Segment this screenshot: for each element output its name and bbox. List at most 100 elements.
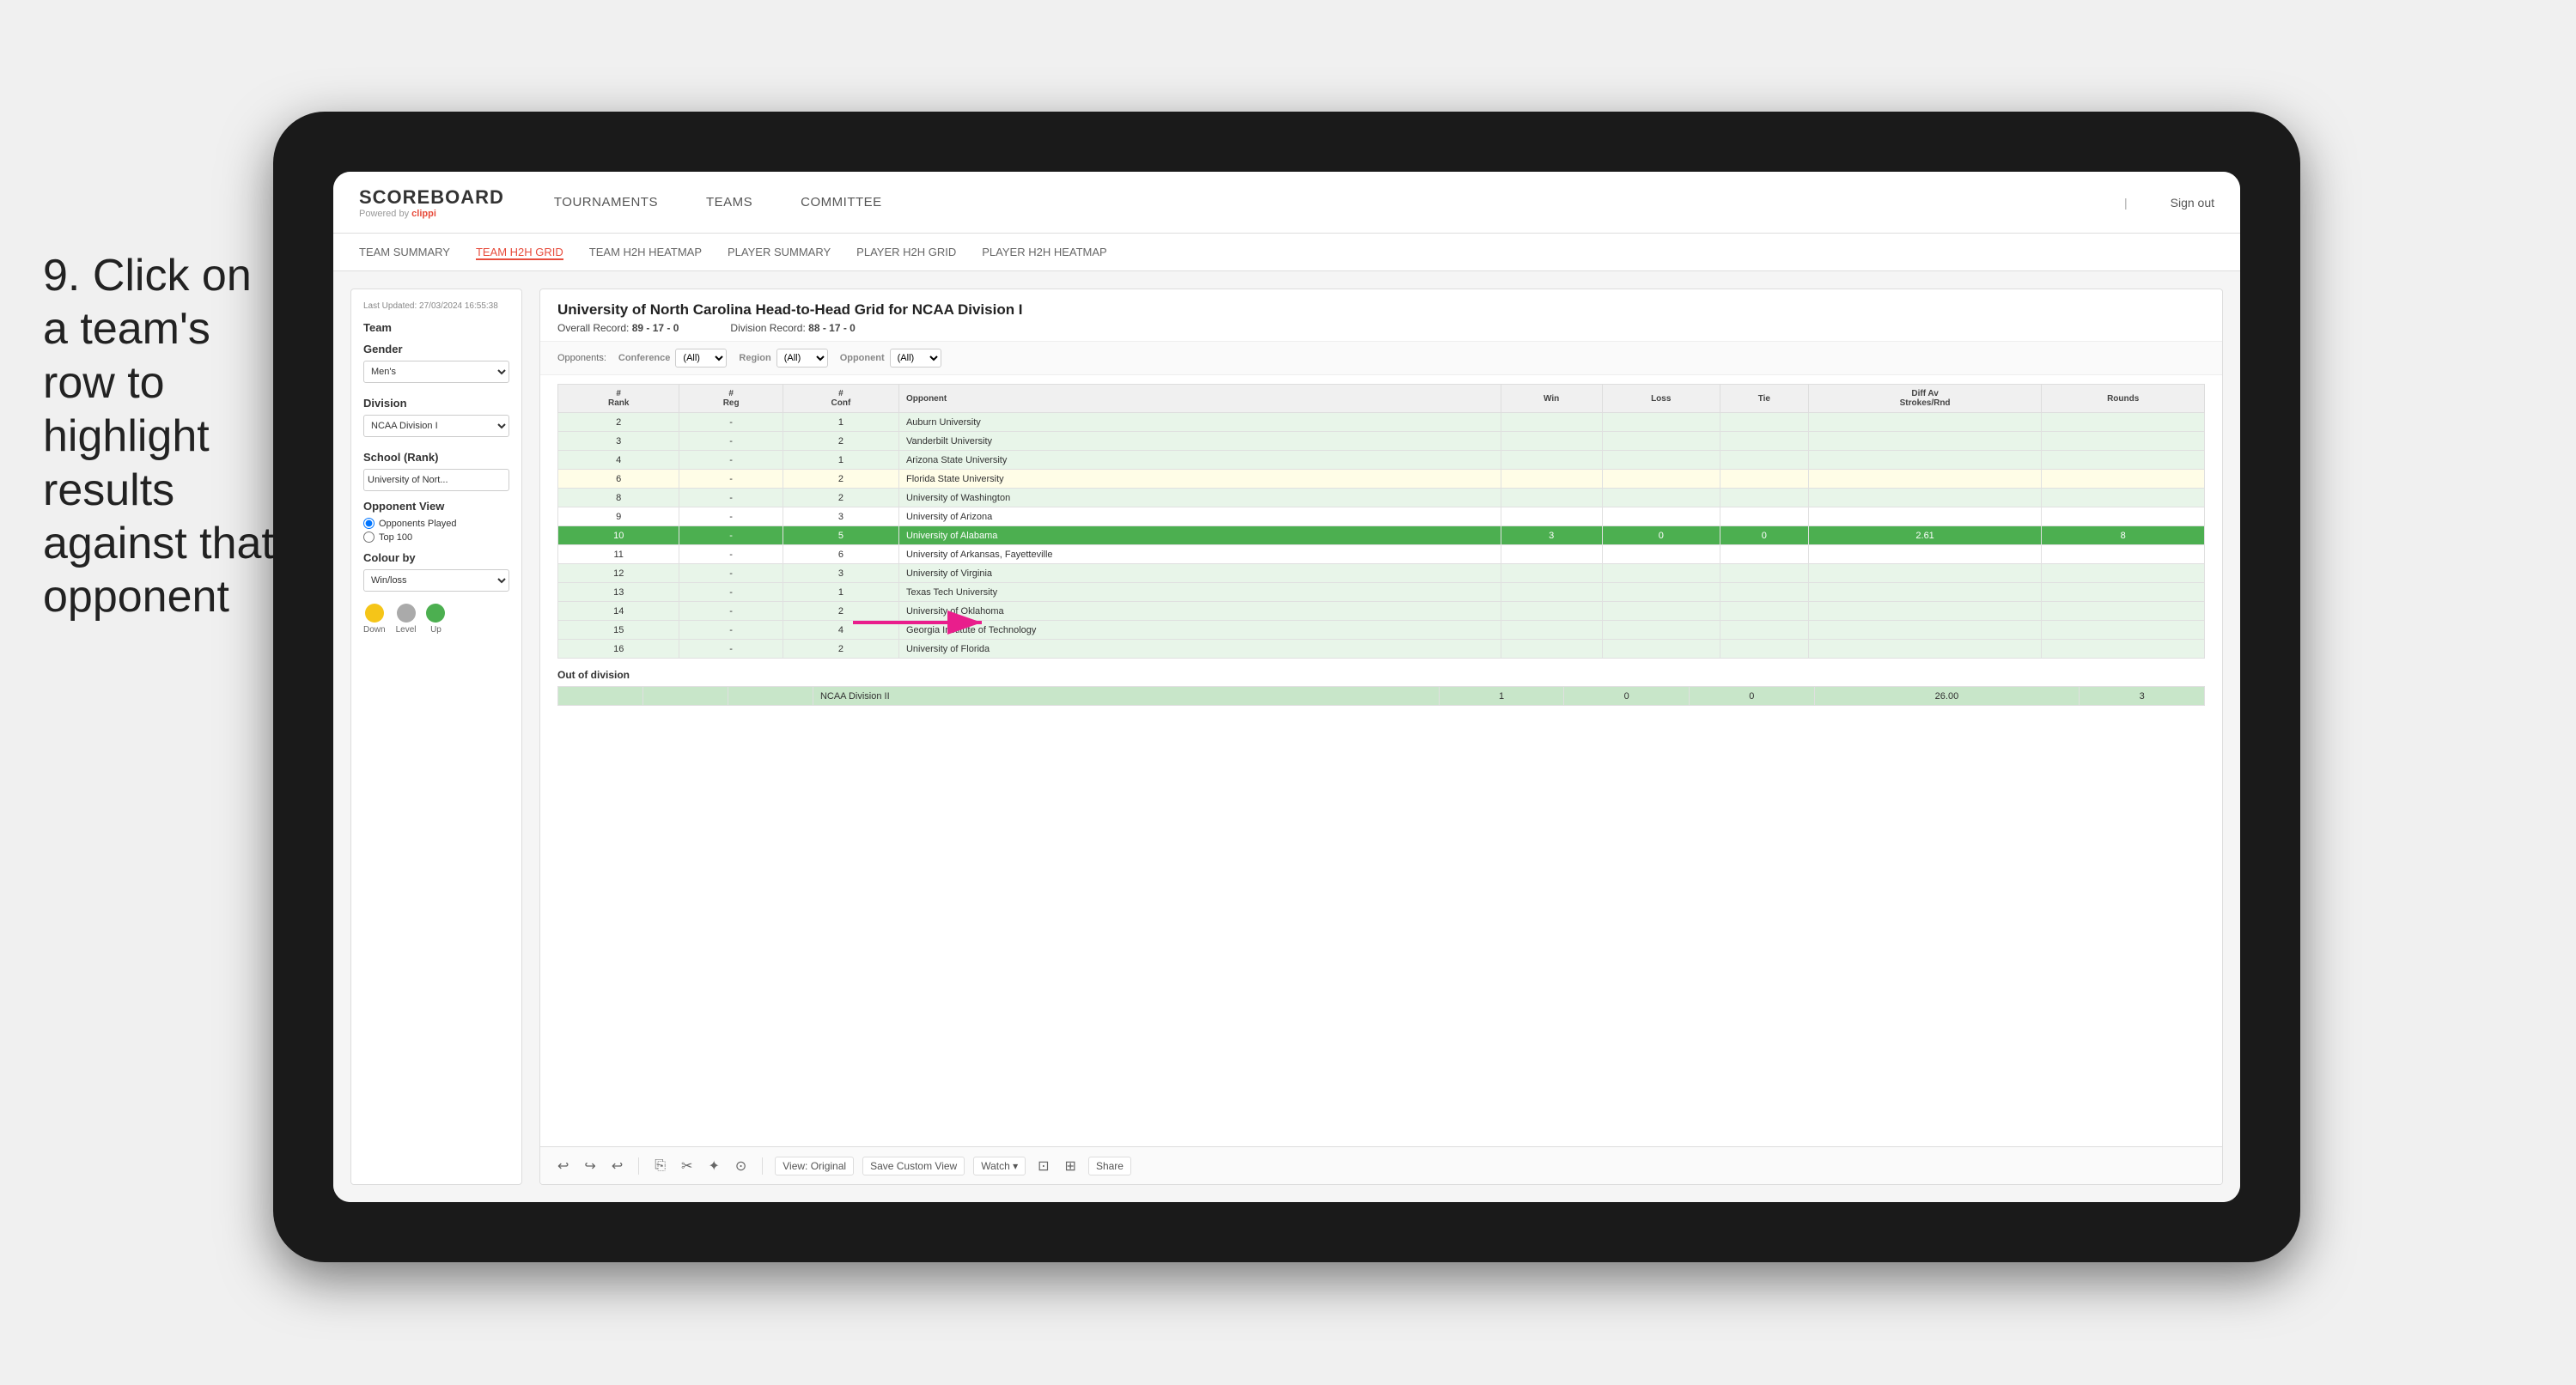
ood-win: 1 — [1439, 687, 1564, 706]
sidebar-colour-by-select[interactable]: Win/loss — [363, 569, 509, 592]
cut-btn[interactable]: ✂ — [678, 1156, 696, 1176]
table-row[interactable]: 16-2University of Florida — [558, 640, 2205, 659]
tab-team-summary[interactable]: TEAM SUMMARY — [359, 244, 450, 260]
nav-committee[interactable]: COMMITTEE — [794, 191, 889, 213]
cell-opponent: Texas Tech University — [898, 583, 1501, 602]
main-content: Last Updated: 27/03/2024 16:55:38 Team G… — [333, 271, 2240, 1202]
table-row[interactable]: 13-1Texas Tech University — [558, 583, 2205, 602]
logo-scoreboard: SCOREBOARD — [359, 186, 504, 209]
cell-reg: - — [679, 621, 783, 640]
cell-opponent: Vanderbilt University — [898, 432, 1501, 451]
nav-tournaments[interactable]: TOURNAMENTS — [547, 191, 665, 213]
cell-rank: 2 — [558, 413, 679, 432]
sidebar-colour-by-label: Colour by — [363, 551, 509, 564]
cell-rounds — [2042, 489, 2205, 507]
bottom-toolbar: ↩ ↪ ↩ ⎘ ✂ ✦ ⊙ View: Original Save Custom… — [540, 1146, 2222, 1184]
panel-title: University of North Carolina Head-to-Hea… — [557, 301, 2205, 319]
back-btn[interactable]: ↩ — [608, 1156, 626, 1176]
opponent-select[interactable]: (All) — [890, 349, 941, 368]
radio-opponents-played[interactable]: Opponents Played — [363, 518, 509, 529]
out-of-division-row[interactable]: NCAA Division II 1 0 0 26.00 3 — [558, 687, 2205, 706]
cell-rank: 12 — [558, 564, 679, 583]
toolbar-icon-1[interactable]: ⊡ — [1034, 1156, 1052, 1176]
share-btn[interactable]: Share — [1088, 1157, 1131, 1175]
view-original-btn[interactable]: View: Original — [775, 1157, 854, 1175]
copy-btn[interactable]: ⎘ — [651, 1157, 669, 1175]
table-row[interactable]: 8-2University of Washington — [558, 489, 2205, 507]
region-select[interactable]: (All) — [776, 349, 828, 368]
cell-conf: 1 — [783, 413, 898, 432]
table-row[interactable]: 3-2Vanderbilt University — [558, 432, 2205, 451]
tablet-frame: SCOREBOARD Powered by clippi TOURNAMENTS… — [273, 112, 2300, 1262]
colour-swatches: Down Level Up — [363, 604, 509, 635]
save-custom-view-btn[interactable]: Save Custom View — [862, 1157, 965, 1175]
swatch-up-label: Up — [430, 625, 442, 635]
cell-diff — [1808, 640, 2041, 659]
cell-win — [1501, 564, 1602, 583]
cell-tie — [1720, 621, 1808, 640]
conference-filter: Conference (All) — [618, 349, 728, 368]
cell-win: 3 — [1501, 526, 1602, 545]
cell-rounds — [2042, 602, 2205, 621]
cell-conf: 1 — [783, 451, 898, 470]
cell-rounds — [2042, 470, 2205, 489]
sign-out-button[interactable]: Sign out — [2171, 196, 2214, 210]
cell-win — [1501, 470, 1602, 489]
sidebar-colour-by: Colour by Win/loss Down Level — [363, 551, 509, 635]
nav-teams[interactable]: TEAMS — [699, 191, 759, 213]
table-row[interactable]: 2-1Auburn University — [558, 413, 2205, 432]
table-row[interactable]: 12-3University of Virginia — [558, 564, 2205, 583]
table-row[interactable]: 4-1Arizona State University — [558, 451, 2205, 470]
sidebar-gender-select[interactable]: Men's — [363, 361, 509, 383]
toolbar-icon-2[interactable]: ⊞ — [1062, 1156, 1080, 1176]
tab-player-h2h-grid[interactable]: PLAYER H2H GRID — [856, 244, 956, 260]
ood-rounds: 3 — [2080, 687, 2205, 706]
share-label: Share — [1096, 1160, 1124, 1172]
redo-btn[interactable]: ↪ — [581, 1156, 599, 1176]
table-row[interactable]: 6-2Florida State University — [558, 470, 2205, 489]
cell-rounds — [2042, 432, 2205, 451]
table-row[interactable]: 9-3University of Arizona — [558, 507, 2205, 526]
cell-diff: 2.61 — [1808, 526, 2041, 545]
radio-top-100-label: Top 100 — [379, 532, 412, 543]
col-loss: Loss — [1602, 385, 1720, 413]
cell-conf: 2 — [783, 640, 898, 659]
tab-player-summary[interactable]: PLAYER SUMMARY — [728, 244, 831, 260]
tab-team-h2h-grid[interactable]: TEAM H2H GRID — [476, 244, 563, 260]
table-row[interactable]: 11-6University of Arkansas, Fayetteville — [558, 545, 2205, 564]
cell-loss — [1602, 432, 1720, 451]
cell-reg: - — [679, 526, 783, 545]
conference-select[interactable]: (All) — [675, 349, 727, 368]
cell-win — [1501, 602, 1602, 621]
settings-btn[interactable]: ✦ — [704, 1156, 722, 1176]
tab-player-h2h-heatmap[interactable]: PLAYER H2H HEATMAP — [982, 244, 1106, 260]
cell-reg: - — [679, 507, 783, 526]
watch-btn[interactable]: Watch ▾ — [973, 1157, 1026, 1175]
sidebar-school-value: University of Nort... — [363, 469, 509, 491]
radio-top-100[interactable]: Top 100 — [363, 532, 509, 543]
cell-tie — [1720, 507, 1808, 526]
tab-team-h2h-heatmap[interactable]: TEAM H2H HEATMAP — [589, 244, 702, 260]
table-row[interactable]: 15-4Georgia Institute of Technology — [558, 621, 2205, 640]
sidebar-school-label: School (Rank) — [363, 451, 509, 464]
cell-diff — [1808, 564, 2041, 583]
cell-win — [1501, 545, 1602, 564]
view-original-label: View: Original — [783, 1160, 846, 1172]
undo-btn[interactable]: ↩ — [554, 1156, 572, 1176]
clock-btn[interactable]: ⊙ — [732, 1156, 750, 1176]
col-reg: #Reg — [679, 385, 783, 413]
cell-conf: 1 — [783, 583, 898, 602]
cell-win — [1501, 489, 1602, 507]
opponents-filter-label: Opponents: — [557, 353, 606, 363]
cell-opponent: University of Arkansas, Fayetteville — [898, 545, 1501, 564]
ood-opponent: NCAA Division II — [813, 687, 1439, 706]
cell-win — [1501, 413, 1602, 432]
table-row[interactable]: 10-5University of Alabama3002.618 — [558, 526, 2205, 545]
sidebar-division-select[interactable]: NCAA Division I — [363, 415, 509, 437]
table-row[interactable]: 14-2University of Oklahoma — [558, 602, 2205, 621]
app-header: SCOREBOARD Powered by clippi TOURNAMENTS… — [333, 172, 2240, 234]
cell-diff — [1808, 545, 2041, 564]
cell-conf: 2 — [783, 602, 898, 621]
cell-rounds — [2042, 564, 2205, 583]
cell-opponent: Florida State University — [898, 470, 1501, 489]
